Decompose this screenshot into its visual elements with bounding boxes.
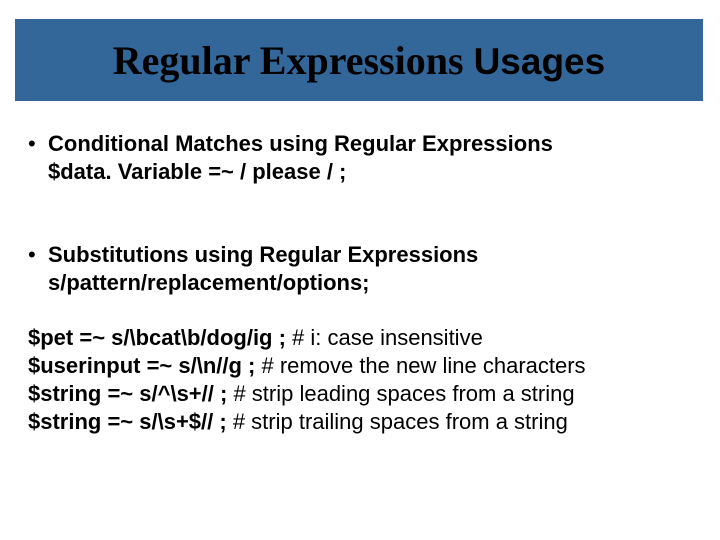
code-line: $string =~ s/^\s+// ; # strip leading sp… xyxy=(28,380,700,408)
code-comment: # remove the new line characters xyxy=(262,353,586,378)
code-comment: # strip trailing spaces from a string xyxy=(233,409,568,434)
spacer xyxy=(28,185,700,241)
bullet-dot-icon: • xyxy=(28,130,48,158)
code-comment: # strip leading spaces from a string xyxy=(233,381,574,406)
bullet-dot-icon: • xyxy=(28,241,48,269)
code-line: $userinput =~ s/\n//g ; # remove the new… xyxy=(28,352,700,380)
bullet-item: • Substitutions using Regular Expression… xyxy=(28,241,700,269)
title-part2: Usages xyxy=(474,41,606,82)
title-part1: Regular Expressions xyxy=(113,38,474,83)
spacer xyxy=(28,296,700,324)
code-line: $pet =~ s/\bcat\b/dog/ig ; # i: case ins… xyxy=(28,324,700,352)
bullet-subline: $data. Variable =~ / please / ; xyxy=(48,158,700,186)
code-lead: $string =~ s/\s+$// ; xyxy=(28,409,233,434)
bullet-heading: Substitutions using Regular Expressions xyxy=(48,241,700,269)
code-block: $pet =~ s/\bcat\b/dog/ig ; # i: case ins… xyxy=(28,324,700,437)
bullet-item: • Conditional Matches using Regular Expr… xyxy=(28,130,700,158)
bullet-heading: Conditional Matches using Regular Expres… xyxy=(48,130,700,158)
bullet-subline: s/pattern/replacement/options; xyxy=(48,269,700,297)
slide-title: Regular Expressions Usages xyxy=(113,37,605,84)
code-lead: $string =~ s/^\s+// ; xyxy=(28,381,233,406)
code-lead: $userinput =~ s/\n//g ; xyxy=(28,353,262,378)
slide: Regular Expressions Usages • Conditional… xyxy=(0,0,720,540)
title-band: Regular Expressions Usages xyxy=(15,19,703,101)
code-lead: $pet =~ s/\bcat\b/dog/ig ; xyxy=(28,325,292,350)
code-comment: # i: case insensitive xyxy=(292,325,483,350)
code-line: $string =~ s/\s+$// ; # strip trailing s… xyxy=(28,408,700,436)
slide-body: • Conditional Matches using Regular Expr… xyxy=(28,130,700,437)
